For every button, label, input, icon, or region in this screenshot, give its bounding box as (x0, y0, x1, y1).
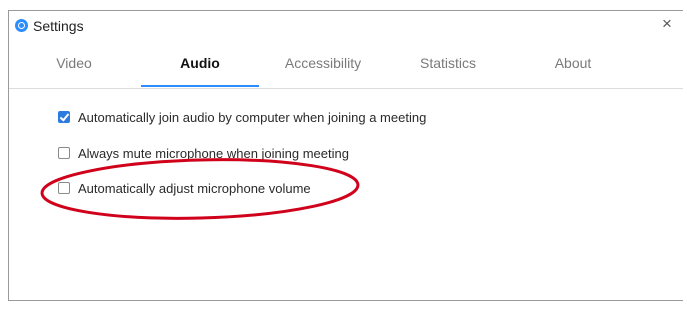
tab-bar: Video Audio Accessibility Statistics Abo… (9, 49, 683, 89)
option-auto-join-audio[interactable]: Automatically join audio by computer whe… (58, 107, 426, 127)
option-always-mute-mic[interactable]: Always mute microphone when joining meet… (58, 143, 349, 163)
tab-about[interactable]: About (513, 55, 633, 71)
app-logo-icon (15, 19, 28, 32)
auto-adjust-mic-volume-label: Automatically adjust microphone volume (78, 180, 311, 196)
active-tab-indicator (141, 85, 259, 87)
auto-join-audio-checkbox[interactable] (58, 111, 70, 123)
window-title: Settings (33, 18, 84, 34)
tab-statistics[interactable]: Statistics (388, 55, 508, 71)
auto-adjust-mic-volume-checkbox[interactable] (58, 182, 70, 194)
always-mute-mic-checkbox[interactable] (58, 147, 70, 159)
settings-window: Settings × Video Audio Accessibility Sta… (8, 10, 683, 301)
option-auto-adjust-mic-volume[interactable]: Automatically adjust microphone volume (58, 178, 311, 198)
title-bar: Settings × (9, 11, 683, 41)
tab-video[interactable]: Video (14, 55, 134, 71)
always-mute-mic-label: Always mute microphone when joining meet… (78, 145, 349, 161)
tab-accessibility[interactable]: Accessibility (263, 55, 383, 71)
auto-join-audio-label: Automatically join audio by computer whe… (78, 109, 427, 125)
close-button[interactable]: × (657, 14, 677, 34)
tab-audio[interactable]: Audio (140, 55, 260, 71)
